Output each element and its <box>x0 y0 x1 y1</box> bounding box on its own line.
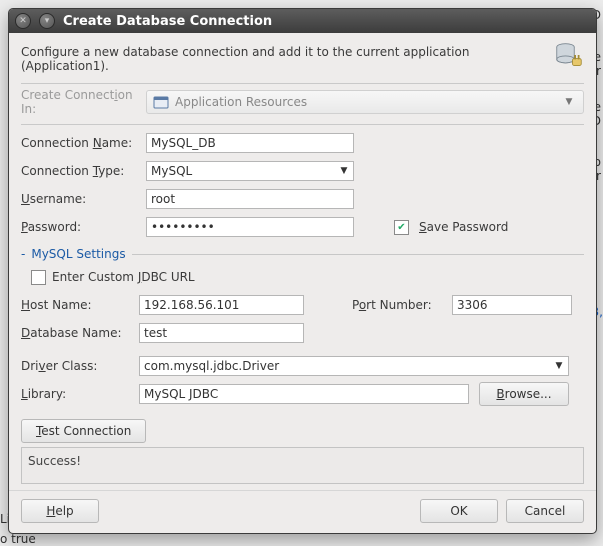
create-in-combo: Application Resources ▼ <box>146 90 584 114</box>
window-title: Create Database Connection <box>63 14 272 29</box>
help-button[interactable]: Help <box>21 499 99 523</box>
port-number-input[interactable] <box>452 295 572 315</box>
save-password-label: Save Password <box>419 220 508 234</box>
library-input[interactable] <box>139 384 469 404</box>
minimize-icon[interactable]: ▾ <box>39 13 55 29</box>
port-number-label: Port Number: <box>352 298 442 312</box>
host-name-input[interactable] <box>139 295 304 315</box>
connection-name-label: Connection Name: <box>21 136 136 150</box>
dialog: ✕ ▾ Create Database Connection Configure… <box>8 8 597 534</box>
create-in-label: Create Connection In: <box>21 88 136 116</box>
chevron-down-icon: ▼ <box>561 93 577 111</box>
connection-type-combo[interactable]: ▼ <box>146 161 354 181</box>
password-label: Password: <box>21 220 136 234</box>
browse-button[interactable]: Browse... <box>479 382 569 406</box>
mysql-settings-header: -MySQL Settings <box>21 247 584 261</box>
intro-text: Configure a new database connection and … <box>21 41 548 73</box>
host-name-label: Host Name: <box>21 298 129 312</box>
cancel-button[interactable]: Cancel <box>506 499 584 523</box>
driver-class-combo[interactable]: ▼ <box>139 356 569 376</box>
database-name-label: Database Name: <box>21 326 129 340</box>
chevron-down-icon[interactable]: ▼ <box>551 358 567 374</box>
password-input[interactable] <box>146 217 354 237</box>
ok-button[interactable]: OK <box>420 499 498 523</box>
test-result-box: Success! <box>21 447 584 484</box>
connection-type-value[interactable] <box>146 161 354 181</box>
application-icon <box>153 95 169 109</box>
database-name-input[interactable] <box>139 323 304 343</box>
create-in-value: Application Resources <box>175 95 307 109</box>
driver-class-label: Driver Class: <box>21 359 129 373</box>
username-label: Username: <box>21 192 136 206</box>
database-plug-icon <box>554 41 584 69</box>
driver-class-input[interactable] <box>139 356 569 376</box>
button-bar: Help OK Cancel <box>9 490 596 533</box>
close-icon[interactable]: ✕ <box>15 13 31 29</box>
chevron-down-icon[interactable]: ▼ <box>336 163 352 179</box>
username-input[interactable] <box>146 189 354 209</box>
titlebar[interactable]: ✕ ▾ Create Database Connection <box>9 9 596 33</box>
library-label: Library: <box>21 387 129 401</box>
bg-text: o true <box>0 532 36 546</box>
custom-jdbc-checkbox[interactable] <box>31 270 46 285</box>
connection-type-label: Connection Type: <box>21 164 136 178</box>
test-connection-button[interactable]: Test Connection <box>21 419 146 443</box>
connection-name-input[interactable] <box>146 133 354 153</box>
save-password-checkbox[interactable]: ✔ <box>394 220 409 235</box>
custom-jdbc-label: Enter Custom JDBC URL <box>52 270 195 284</box>
